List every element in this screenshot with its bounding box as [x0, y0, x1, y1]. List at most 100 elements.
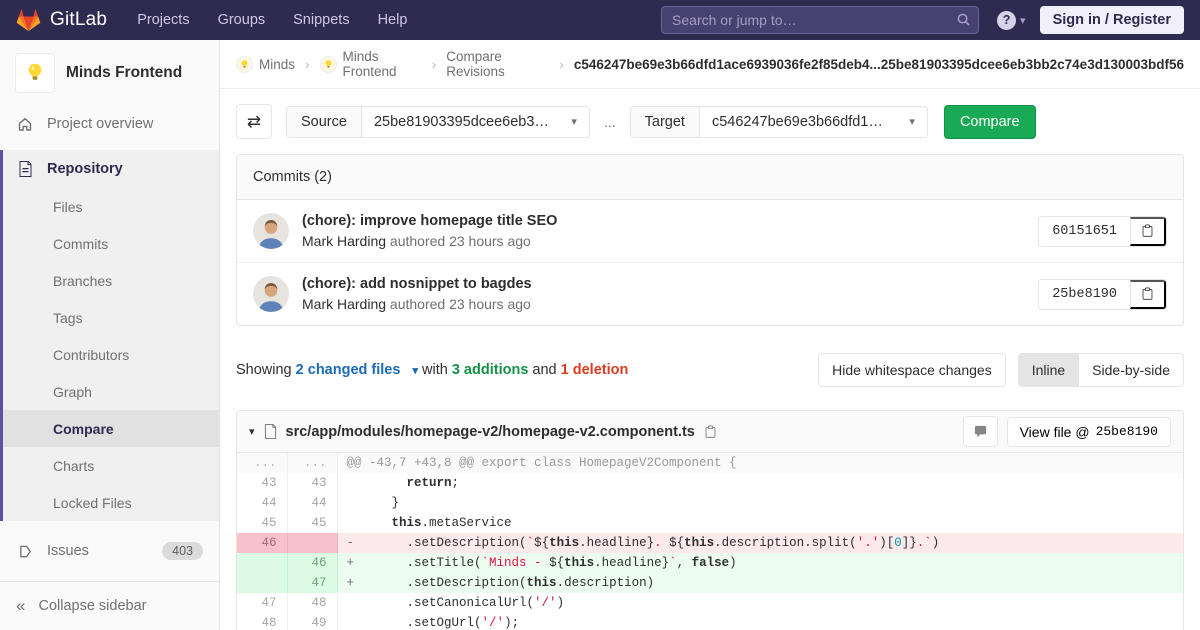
double-chevron-left-icon: « [16, 596, 26, 615]
new-line-number[interactable]: 48 [287, 593, 338, 613]
copy-file-path-icon[interactable] [704, 425, 717, 439]
search-input[interactable] [661, 6, 980, 34]
old-line-number[interactable]: 47 [237, 593, 288, 613]
commit-author-link[interactable]: Mark Harding [302, 233, 386, 249]
target-ref-dropdown[interactable]: c546247be69e3b66dfd1… ▾ [699, 105, 928, 138]
diff-line-marker [347, 496, 362, 510]
chevron-down-icon: ▾ [412, 365, 418, 377]
code-segment: )[ [879, 536, 895, 550]
sidebar-item-files[interactable]: Files [3, 188, 219, 225]
new-line-number[interactable] [287, 533, 338, 553]
commit-author-avatar[interactable] [253, 213, 289, 249]
old-line-number[interactable] [237, 553, 288, 573]
diff-line-marker [347, 616, 362, 630]
gitlab-logo[interactable]: GitLab [16, 8, 107, 32]
diff-file-header: ▾ src/app/modules/homepage-v2/homepage-v… [237, 411, 1183, 453]
sidebar-item-commits[interactable]: Commits [3, 225, 219, 262]
sidebar-item-branches[interactable]: Branches [3, 262, 219, 299]
top-navbar: GitLab Projects Groups Snippets Help ? ▾ Si… [0, 0, 1200, 40]
code-segment: ` [526, 536, 535, 550]
old-line-number[interactable]: 48 [237, 613, 288, 630]
breadcrumb-item-2[interactable]: Minds Frontend [319, 49, 422, 79]
sidebar-item-graph[interactable]: Graph [3, 373, 219, 410]
breadcrumb-avatar-icon [319, 55, 337, 73]
commit-author-avatar[interactable] [253, 276, 289, 312]
collapse-sidebar-label: Collapse sidebar [38, 598, 147, 614]
changed-files-dropdown[interactable]: 2 changed files ▾ [296, 362, 418, 378]
sidebar-item-locked-files[interactable]: Locked Files [3, 484, 219, 521]
swap-revisions-button[interactable]: ⇄ [236, 104, 272, 139]
repository-subitems: Files Commits Branches Tags Contributors Grap… [3, 188, 219, 521]
copy-sha-button[interactable] [1130, 216, 1166, 246]
view-file-button[interactable]: View file @ 25be8190 [1006, 416, 1171, 447]
hide-whitespace-button[interactable]: Hide whitespace changes [818, 353, 1006, 387]
sign-in-button[interactable]: Sign in / Register [1039, 6, 1184, 34]
nav-link-groups[interactable]: Groups [218, 12, 266, 28]
sidebar-item-charts[interactable]: Charts [3, 447, 219, 484]
sidebar-item-issues[interactable]: Issues 403 [0, 532, 219, 570]
diff-file-path[interactable]: src/app/modules/homepage-v2/homepage-v2.… [286, 424, 695, 440]
diff-code-line: this.metaService [337, 513, 1183, 533]
code-segment: .setDescription( [361, 536, 527, 550]
side-by-side-view-button[interactable]: Side-by-side [1079, 353, 1184, 387]
old-line-number[interactable]: 43 [237, 473, 288, 493]
sidebar-item-compare[interactable]: Compare [3, 410, 219, 447]
commit-title[interactable]: (chore): add nosnippet to bagdes [302, 276, 1038, 292]
old-line-number[interactable]: 45 [237, 513, 288, 533]
code-segment: .setTitle( [361, 556, 482, 570]
breadcrumb-item-1[interactable]: Minds [236, 55, 295, 73]
commit-title[interactable]: (chore): improve homepage title SEO [302, 213, 1038, 229]
chevron-down-icon: ▾ [1020, 14, 1026, 27]
diff-line-marker: + [346, 556, 362, 570]
code-segment: '/' [534, 596, 557, 610]
code-segment: 0 [894, 536, 902, 550]
code-segment: ); [504, 616, 520, 630]
code-segment: '/' [481, 616, 505, 630]
breadcrumb-item-3[interactable]: Compare Revisions [446, 49, 549, 79]
commit-sha[interactable]: 25be8190 [1039, 280, 1130, 309]
code-segment: .description.split( [714, 536, 857, 550]
view-mode-toggle: Inline Side-by-side [1017, 353, 1184, 387]
project-avatar [15, 53, 55, 93]
nav-link-projects[interactable]: Projects [137, 12, 189, 28]
copy-sha-button[interactable] [1130, 279, 1166, 309]
compare-button[interactable]: Compare [943, 104, 1036, 139]
source-ref-dropdown[interactable]: 25be81903395dcee6eb3… ▾ [361, 105, 590, 138]
sidebar-item-project-overview[interactable]: Project overview [0, 105, 219, 143]
new-line-number[interactable]: 49 [287, 613, 338, 630]
new-line-number[interactable]: 44 [287, 493, 338, 513]
diff-line-marker [347, 476, 362, 490]
sidebar-project-link[interactable]: Minds Frontend [0, 40, 219, 105]
help-icon: ? [997, 10, 1017, 30]
old-line-number[interactable]: 44 [237, 493, 288, 513]
main-content: Minds › Minds Frontend › Compare Revisions › c… [220, 40, 1200, 630]
view-file-sha: 25be8190 [1095, 424, 1158, 439]
collapse-sidebar-button[interactable]: « Collapse sidebar [0, 581, 219, 630]
sidebar-item-tags[interactable]: Tags [3, 299, 219, 336]
swap-arrows-icon: ⇄ [246, 111, 262, 131]
commit-author-link[interactable]: Mark Harding [302, 296, 386, 312]
new-line-number[interactable]: 45 [287, 513, 338, 533]
new-line-number[interactable]: ... [287, 453, 338, 473]
collapse-diff-caret-icon[interactable]: ▾ [249, 425, 255, 438]
commit-sha[interactable]: 60151651 [1039, 217, 1130, 246]
help-menu[interactable]: ? ▾ [997, 10, 1026, 30]
diff-line-marker: + [346, 576, 362, 590]
sidebar-item-contributors[interactable]: Contributors [3, 336, 219, 373]
nav-link-help[interactable]: Help [378, 12, 408, 28]
inline-view-button[interactable]: Inline [1017, 353, 1080, 387]
code-segment: .setDescription( [361, 576, 527, 590]
commit-sha-group: 25be8190 [1038, 278, 1167, 310]
nav-link-snippets[interactable]: Snippets [293, 12, 349, 28]
new-line-number[interactable]: 43 [287, 473, 338, 493]
old-line-number[interactable]: ... [237, 453, 288, 473]
search-icon[interactable] [956, 12, 971, 30]
lightbulb-icon [28, 63, 42, 80]
old-line-number[interactable] [237, 573, 288, 593]
toggle-comments-button[interactable] [962, 416, 998, 447]
sidebar-item-repository[interactable]: Repository [3, 150, 219, 188]
new-line-number[interactable]: 46 [287, 553, 338, 573]
old-line-number[interactable]: 46 [237, 533, 288, 553]
new-line-number[interactable]: 47 [287, 573, 338, 593]
diff-line-add: 47 + .setDescription(this.description) [237, 573, 1183, 593]
